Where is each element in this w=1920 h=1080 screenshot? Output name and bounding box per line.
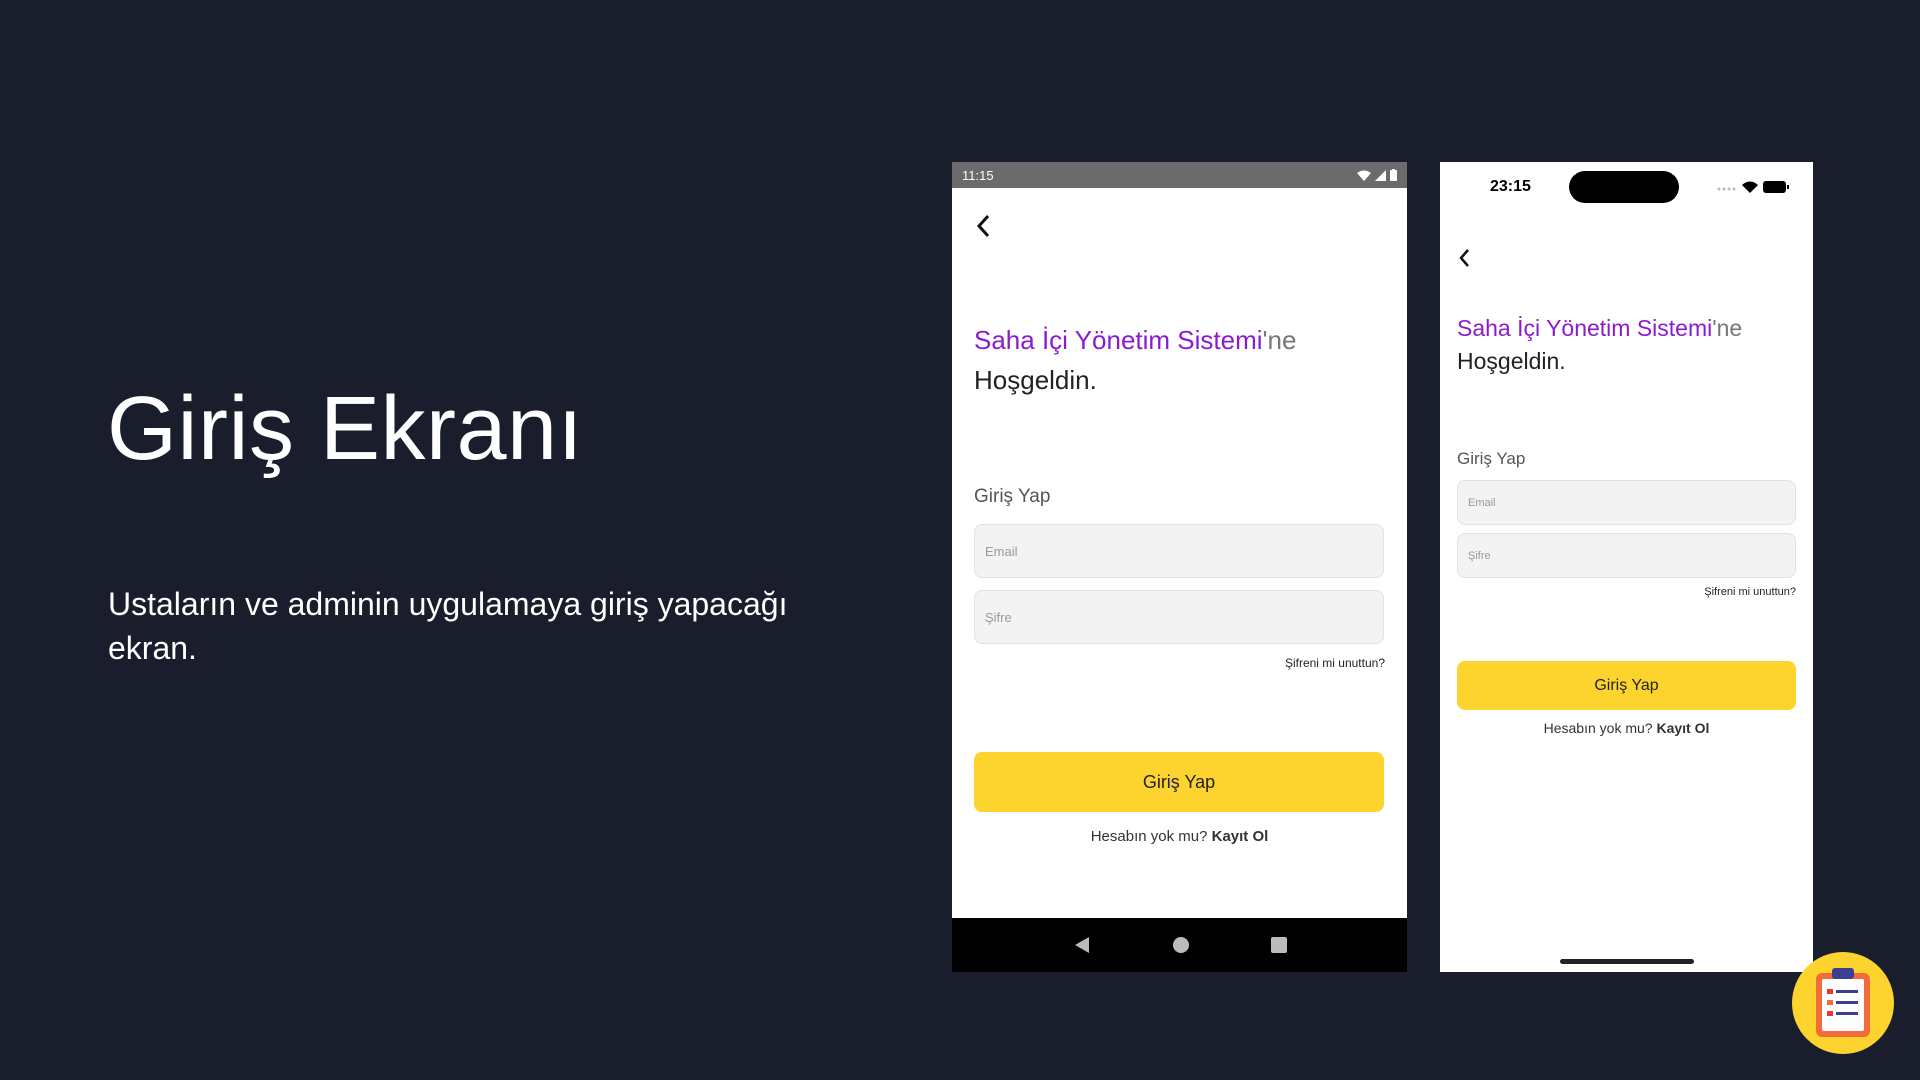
welcome-line2: Hoşgeldin. (1457, 348, 1566, 374)
back-chevron-icon (1459, 249, 1469, 267)
welcome-brand: Saha İçi Yönetim Sistemi (1457, 315, 1713, 341)
wifi-icon (1741, 181, 1758, 193)
welcome-brand: Saha İçi Yönetim Sistemi (974, 325, 1263, 355)
welcome-line2: Hoşgeldin. (974, 365, 1097, 395)
login-section-label: Giriş Yap (974, 486, 1051, 507)
email-placeholder: Email (1468, 496, 1496, 509)
iphone-mockup: 23:15 Saha İçi Yönetim Sistemi'ne Hoşgel… (1440, 162, 1813, 972)
android-status-time: 11:15 (962, 167, 994, 183)
android-status-bar: 11:15 (952, 162, 1407, 188)
register-link[interactable]: Kayıt Ol (1212, 828, 1269, 845)
nav-back-icon[interactable] (1073, 936, 1091, 954)
login-button[interactable]: Giriş Yap (974, 752, 1384, 812)
signal-icon (1717, 187, 1736, 191)
android-nav-bar (952, 918, 1407, 972)
back-button[interactable] (1458, 242, 1470, 276)
no-account-text: Hesabın yok mu? (1543, 720, 1657, 736)
password-field[interactable]: Şifre (1457, 533, 1796, 578)
back-chevron-icon (976, 214, 990, 238)
signup-row: Hesabın yok mu? Kayıt Ol (1440, 720, 1813, 736)
battery-icon (1390, 169, 1397, 181)
welcome-text: Saha İçi Yönetim Sistemi'ne Hoşgeldin. (974, 320, 1394, 400)
welcome-text: Saha İçi Yönetim Sistemi'ne Hoşgeldin. (1457, 312, 1807, 378)
email-placeholder: Email (985, 543, 1018, 559)
register-link[interactable]: Kayıt Ol (1656, 720, 1709, 736)
welcome-suffix: 'ne (1712, 315, 1743, 341)
no-account-text: Hesabın yok mu? (1090, 828, 1212, 845)
ios-status-time: 23:15 (1490, 178, 1531, 195)
password-placeholder: Şifre (1468, 549, 1491, 562)
android-phone-mockup: 11:15 Saha İçi Yönetim Sistemi'ne Hoşgel… (952, 162, 1407, 972)
signal-icon (1375, 169, 1386, 181)
forgot-password-link[interactable]: Şifreni mi unuttun? (1285, 656, 1385, 670)
signup-row: Hesabın yok mu? Kayıt Ol (952, 828, 1407, 845)
dynamic-island (1568, 171, 1679, 203)
login-section-label: Giriş Yap (1457, 449, 1526, 468)
email-field[interactable]: Email (974, 524, 1384, 578)
wifi-icon (1357, 170, 1371, 181)
email-field[interactable]: Email (1457, 480, 1796, 525)
slide-description: Ustaların ve adminin uygulamaya giriş ya… (108, 586, 788, 666)
password-field[interactable]: Şifre (974, 590, 1384, 644)
clipboard-badge (1792, 952, 1894, 1054)
welcome-suffix: 'ne (1262, 325, 1297, 355)
login-button[interactable]: Giriş Yap (1457, 661, 1796, 710)
ios-status-bar: 23:15 (1440, 162, 1813, 212)
password-placeholder: Şifre (985, 609, 1012, 625)
home-indicator (1560, 959, 1694, 964)
battery-icon (1762, 181, 1789, 193)
forgot-password-link[interactable]: Şifreni mi unuttun? (1704, 586, 1796, 598)
nav-recents-icon[interactable] (1270, 937, 1287, 953)
slide-title: Giriş Ekranı (107, 379, 584, 479)
back-button[interactable] (976, 212, 990, 246)
clipboard-icon (1816, 968, 1870, 1037)
nav-home-icon[interactable] (1172, 936, 1190, 954)
